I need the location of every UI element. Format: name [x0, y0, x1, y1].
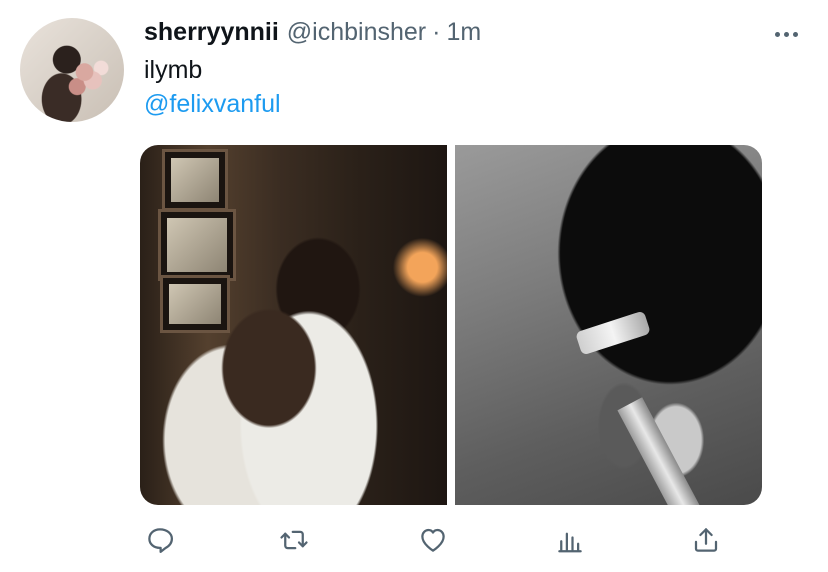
handrail — [617, 397, 713, 505]
tweet-media — [140, 145, 762, 505]
avatar[interactable] — [20, 18, 124, 122]
watch — [575, 310, 651, 356]
tweet-text: ilymb — [144, 56, 203, 84]
analytics-button[interactable] — [550, 520, 590, 560]
share-icon — [694, 528, 718, 552]
wall-frame — [158, 209, 236, 281]
more-dot — [784, 31, 789, 37]
retweet-icon — [280, 530, 308, 550]
mention-link[interactable]: @felixvanful — [144, 90, 281, 119]
analytics-icon — [558, 532, 582, 553]
tweet-actions — [140, 520, 740, 560]
tweet: sherryynnii @ichbinsher · 1m ilymb @feli… — [0, 0, 828, 572]
heart-icon — [421, 528, 445, 552]
user-handle[interactable]: @ichbinsher — [287, 18, 426, 47]
retweet-button[interactable] — [274, 520, 314, 560]
more-options-button[interactable] — [775, 22, 798, 46]
like-button[interactable] — [413, 520, 453, 560]
photo-hug[interactable] — [140, 145, 447, 505]
wall-frame — [160, 275, 230, 333]
photo-watch[interactable] — [455, 145, 762, 505]
display-name[interactable]: sherryynnii — [144, 18, 279, 47]
tweet-header: sherryynnii @ichbinsher · 1m — [144, 18, 481, 52]
timestamp[interactable]: 1m — [446, 18, 481, 47]
wall-frame — [162, 149, 228, 211]
share-button[interactable] — [686, 520, 726, 560]
reply-icon — [148, 528, 173, 553]
separator-dot: · — [432, 18, 441, 46]
reply-button[interactable] — [140, 520, 180, 560]
more-dot — [793, 31, 798, 37]
more-horizontal-icon — [775, 31, 780, 37]
